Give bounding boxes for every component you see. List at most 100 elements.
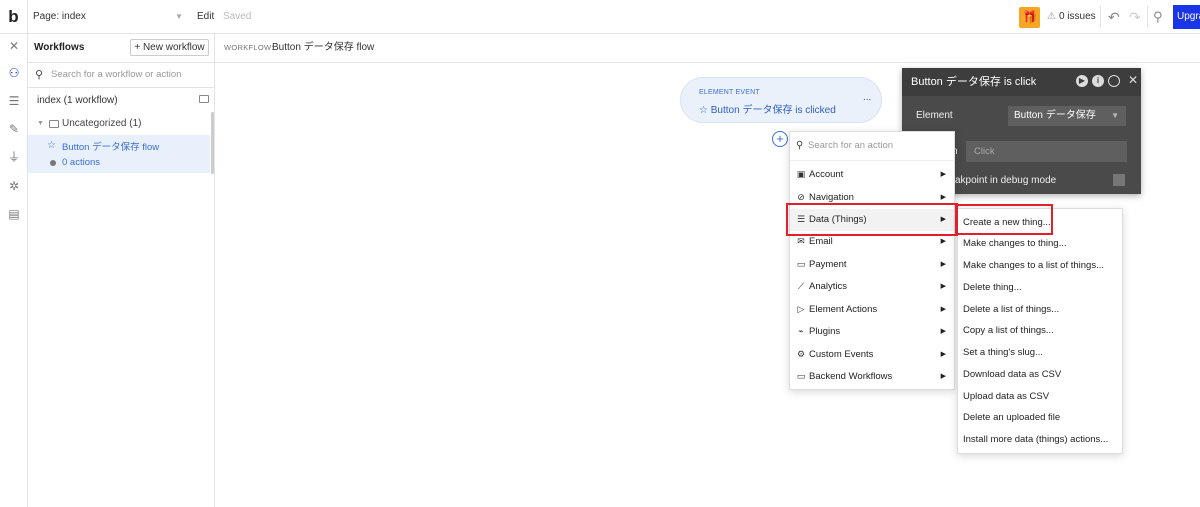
submenu-item-label: Set a thing's slug... (963, 347, 1043, 358)
menu-item-payment[interactable]: ▭ Payment ▶ (790, 254, 954, 276)
menu-item-label: Backend Workflows (809, 371, 893, 382)
new-workflow-button[interactable]: + New workflow (130, 39, 209, 56)
page-selector-label: Page: index (33, 11, 86, 22)
status-dot (50, 160, 56, 166)
submenu-item[interactable]: Set a thing's slug... (958, 342, 1122, 364)
divider (1100, 6, 1101, 28)
folder-add-icon[interactable] (199, 95, 209, 103)
chevron-right-icon: ▶ (940, 171, 946, 178)
action-search[interactable]: ⚲ Search for an action (790, 132, 954, 161)
menu-item-plugins[interactable]: ⌁ Plugins ▶ (790, 321, 954, 343)
workflow-search[interactable]: ⚲ Search for a workflow or action (28, 63, 215, 88)
breadcrumb-workflow-name[interactable]: Button データ保存 flow (272, 34, 374, 62)
element-label: Element (916, 110, 953, 121)
element-dropdown-value: Button データ保存 (1014, 110, 1096, 121)
submenu-item-label: Delete thing... (963, 282, 1022, 293)
menu-item-label: Plugins (809, 326, 841, 337)
account-icon: ▣ (796, 169, 806, 179)
comment-icon[interactable] (1108, 75, 1120, 87)
chevron-right-icon: ▶ (940, 373, 946, 380)
search-icon[interactable]: ⚲ (1153, 0, 1163, 34)
menu-item-label: Analytics (809, 281, 848, 292)
close-icon[interactable]: ✕ (1128, 73, 1138, 87)
event-type-label: ELEMENT EVENT (699, 89, 760, 96)
navigation-icon: ⊘ (797, 192, 805, 202)
backend-icon: ▭ (796, 371, 806, 381)
submenu-item[interactable]: Copy a list of things... (958, 320, 1122, 342)
more-options-icon[interactable]: ... (863, 92, 871, 103)
chevron-right-icon: ▶ (940, 328, 946, 335)
submenu-item[interactable]: Install more data (things) actions... (958, 429, 1122, 451)
panel-scrollbar[interactable] (211, 112, 214, 174)
data-icon[interactable]: ☰ (7, 94, 21, 108)
payment-icon: ▭ (796, 259, 806, 269)
top-bar: b Page: index ▼ Edit Saved 🎁 ⚠ 0 issues ↶… (0, 0, 1200, 34)
submenu-item[interactable]: Delete an uploaded file (958, 407, 1122, 429)
styles-icon[interactable]: ✎ (7, 122, 21, 136)
chevron-right-icon: ▶ (940, 261, 946, 268)
submenu-item[interactable]: Delete thing... (958, 277, 1122, 299)
event-title: ☆ Button データ保存 is clicked (699, 105, 836, 116)
workflow-search-input[interactable]: Search for a workflow or action (51, 63, 181, 87)
menu-item-custom-events[interactable]: ⚙ Custom Events ▶ (790, 344, 954, 366)
submenu-item[interactable]: Make changes to a list of things... (958, 255, 1122, 277)
redo-icon[interactable]: ↷ (1129, 0, 1141, 34)
undo-icon[interactable]: ↶ (1108, 0, 1120, 34)
play-icon[interactable]: ▶ (1076, 75, 1088, 87)
event-card[interactable]: ELEMENT EVENT ☆ Button データ保存 is clicked … (680, 77, 882, 123)
chevron-down-icon: ▼ (1111, 111, 1119, 120)
divider (1147, 6, 1148, 28)
action-menu: ⚲ Search for an action ▣ Account ▶ ⊘ Nav… (789, 131, 955, 390)
logs-icon[interactable]: ▤ (7, 207, 21, 221)
chevron-right-icon: ▶ (940, 306, 946, 313)
menu-item-element-actions[interactable]: ▷ Element Actions ▶ (790, 299, 954, 321)
save-status: Saved (223, 11, 252, 22)
workflow-icon[interactable]: ⚇ (7, 66, 21, 80)
category-row[interactable]: ▼ Uncategorized (1) (28, 113, 215, 135)
info-icon[interactable]: i (1092, 75, 1104, 87)
menu-item-account[interactable]: ▣ Account ▶ (790, 164, 954, 186)
debug-label: akpoint in debug mode (955, 175, 1057, 186)
submenu-item[interactable]: Download data as CSV (958, 364, 1122, 386)
menu-item-label: Custom Events (809, 349, 874, 360)
element-dropdown[interactable]: Button データ保存 ▼ (1008, 106, 1126, 126)
design-icon[interactable]: ✕ (7, 39, 21, 53)
submenu-item[interactable]: Make changes to thing... (958, 233, 1122, 255)
page-selector[interactable]: Page: index ▼ (29, 0, 189, 34)
edit-menu[interactable]: Edit (197, 0, 214, 34)
page-row[interactable]: index (1 workflow) (28, 90, 215, 112)
menu-item-analytics[interactable]: ⟋ Analytics ▶ (790, 276, 954, 298)
highlight-box-data-things (786, 203, 958, 236)
panel-title: Workflows (34, 42, 85, 53)
issues-label: 0 issues (1058, 11, 1096, 22)
element-actions-icon: ▷ (797, 304, 805, 314)
text-input[interactable]: Click (966, 141, 1127, 162)
action-search-input[interactable]: Search for an action (808, 132, 893, 160)
submenu-item[interactable]: Delete a list of things... (958, 299, 1122, 321)
gift-icon[interactable]: 🎁 (1019, 7, 1040, 28)
submenu-item-label: Make changes to a list of things... (963, 260, 1104, 271)
upgrade-button[interactable]: Upgrade (1173, 5, 1200, 29)
plugins-icon[interactable]: ⏚ (7, 150, 21, 164)
submenu-item-label: Download data as CSV (963, 369, 1062, 380)
issues-indicator[interactable]: ⚠ 0 issues (1047, 0, 1096, 34)
submenu-item-label: Upload data as CSV (963, 391, 1050, 402)
category-label: Uncategorized (1) (62, 118, 142, 129)
settings-icon[interactable]: ✲ (7, 179, 21, 193)
workflow-list-item[interactable]: ☆ Button データ保存 flow 0 actions (28, 135, 210, 173)
search-icon: ⚲ (35, 69, 44, 81)
add-action-button[interactable]: + (772, 131, 788, 147)
warning-icon: ⚠ (1047, 11, 1056, 22)
panel-header: Workflows + New workflow (28, 34, 215, 63)
submenu-item[interactable]: Upload data as CSV (958, 386, 1122, 408)
menu-item-backend-workflows[interactable]: ▭ Backend Workflows ▶ (790, 366, 954, 388)
property-editor-title: Button データ保存 is clicke (911, 76, 1036, 88)
menu-item-label: Payment (809, 259, 847, 270)
breadcrumb-prefix: WORKFLOW: (224, 43, 274, 52)
menu-item-label: Account (809, 169, 844, 180)
debug-checkbox[interactable] (1113, 174, 1125, 186)
collapse-arrow-icon[interactable]: ▼ (37, 113, 44, 135)
bubble-logo[interactable]: b (0, 0, 28, 34)
property-editor-header: Button データ保存 is clicke ▶ i ✕ (902, 68, 1141, 96)
analytics-icon: ⟋ (797, 281, 805, 291)
